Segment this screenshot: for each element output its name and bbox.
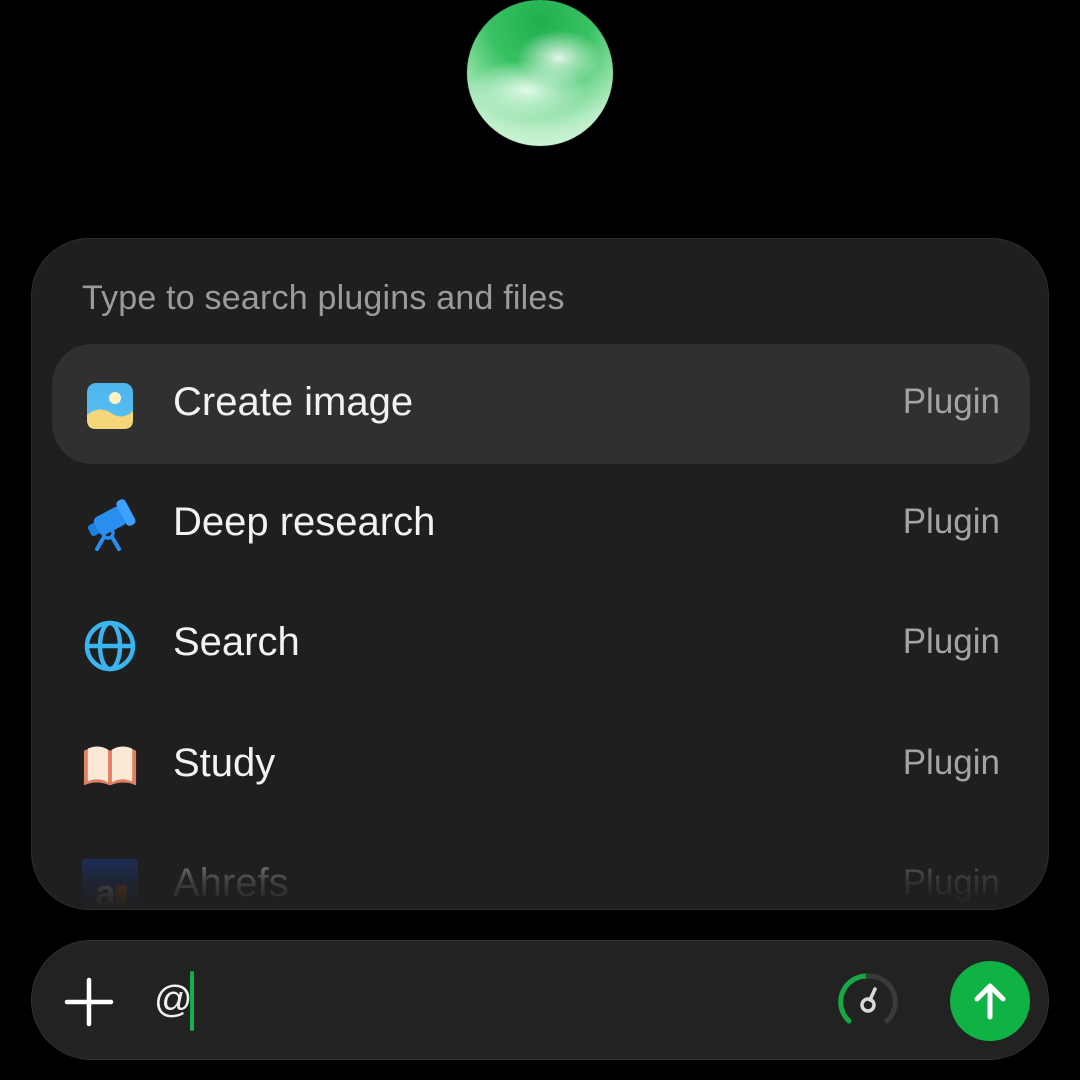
menu-item-type: Plugin: [902, 863, 1000, 902]
globe-icon: [82, 618, 138, 674]
plugin-suggestions-panel: Type to search plugins and files Create …: [31, 238, 1049, 910]
image-icon: [82, 378, 138, 434]
menu-item-deep-research[interactable]: Deep research Plugin: [52, 464, 1030, 584]
usage-gauge-icon[interactable]: [835, 969, 901, 1035]
menu-item-label: Search: [173, 620, 300, 664]
menu-item-type: Plugin: [902, 622, 1000, 661]
menu-item-create-image[interactable]: Create image Plugin: [52, 344, 1030, 464]
menu-item-search[interactable]: Search Plugin: [52, 584, 1030, 704]
arrow-up-icon: [974, 983, 1006, 1020]
svg-text:a: a: [95, 872, 116, 910]
menu-item-label: Deep research: [173, 500, 436, 544]
menu-item-type: Plugin: [902, 382, 1000, 421]
voice-orb-avatar[interactable]: [467, 0, 613, 146]
menu-item-label: Create image: [173, 380, 414, 424]
message-input[interactable]: @: [154, 979, 193, 1022]
send-button[interactable]: [950, 961, 1030, 1041]
panel-header: Type to search plugins and files: [82, 279, 565, 317]
text-caret: [190, 971, 194, 1031]
ahrefs-logo-icon: a: [82, 859, 138, 910]
add-attachment-button[interactable]: [62, 975, 116, 1029]
book-icon: [82, 739, 138, 795]
menu-item-ahrefs[interactable]: a Ahrefs Plugin: [52, 825, 1030, 910]
menu-item-label: Study: [173, 741, 276, 785]
menu-item-label: Ahrefs: [173, 861, 289, 905]
plus-icon: [64, 977, 114, 1027]
menu-item-study[interactable]: Study Plugin: [52, 705, 1030, 825]
menu-item-type: Plugin: [902, 502, 1000, 541]
menu-item-type: Plugin: [902, 743, 1000, 782]
telescope-icon: [82, 498, 138, 554]
message-composer: @: [31, 940, 1049, 1060]
